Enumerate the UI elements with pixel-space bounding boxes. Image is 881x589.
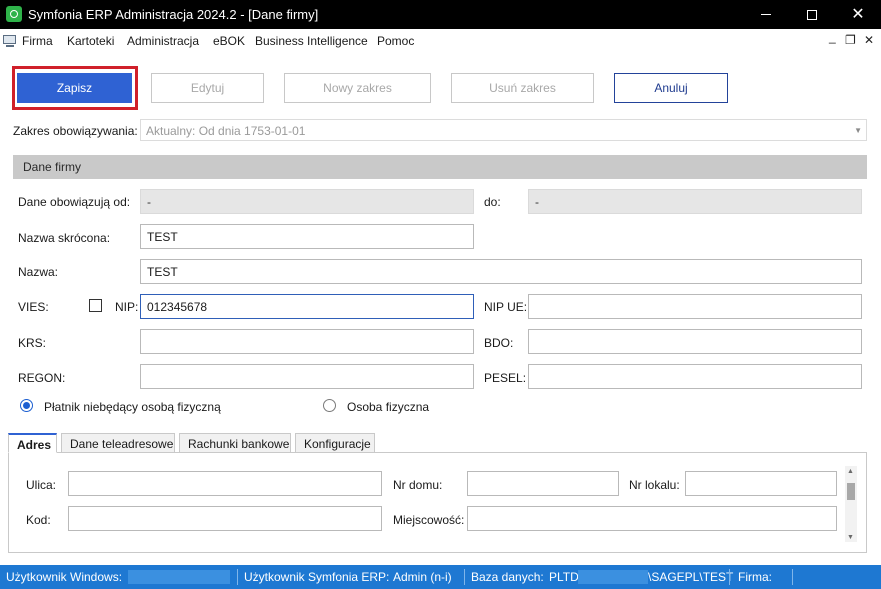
status-separator	[729, 569, 730, 585]
tab-dane-teleadresowe[interactable]: Dane teleadresowe	[61, 433, 175, 453]
tab-rachunki-bankowe[interactable]: Rachunki bankowe	[179, 433, 291, 453]
minimize-button[interactable]	[743, 0, 789, 29]
flat-number-label: Nr lokalu:	[629, 478, 680, 492]
vies-checkbox[interactable]	[89, 299, 102, 312]
tab-panel	[8, 452, 867, 553]
app-icon	[6, 6, 22, 22]
erp-user-label: Użytkownik Symfonia ERP:	[244, 570, 390, 584]
cancel-button[interactable]: Anuluj	[614, 73, 728, 103]
short-name-label: Nazwa skrócona:	[18, 231, 111, 245]
range-select[interactable]: Aktualny: Od dnia 1753-01-01 ▼	[140, 119, 867, 141]
mdi-minimize-button[interactable]: _	[829, 30, 836, 44]
city-field[interactable]	[467, 506, 837, 531]
name-field[interactable]: TEST	[140, 259, 862, 284]
tab-adres[interactable]: Adres	[8, 433, 57, 453]
house-number-label: Nr domu:	[393, 478, 443, 492]
status-separator	[464, 569, 465, 585]
window-title: Symfonia ERP Administracja 2024.2 - [Dan…	[28, 7, 319, 22]
regon-label: REGON:	[18, 371, 66, 385]
nip-ue-label: NIP UE:	[484, 300, 528, 314]
pesel-label: PESEL:	[484, 371, 527, 385]
scroll-down-icon[interactable]: ▼	[847, 534, 854, 541]
database-prefix: PLTD	[549, 570, 579, 584]
window-menu-icon[interactable]	[2, 34, 18, 48]
tab-scrollbar[interactable]: ▲ ▼	[845, 466, 857, 542]
krs-field[interactable]	[140, 329, 474, 354]
valid-to-label: do:	[484, 195, 501, 209]
database-redacted	[578, 570, 648, 584]
close-button[interactable]: ✕	[835, 0, 881, 29]
title-bar: Symfonia ERP Administracja 2024.2 - [Dan…	[0, 0, 881, 29]
windows-user-label: Użytkownik Windows:	[6, 570, 123, 584]
status-bar: Użytkownik Windows: Użytkownik Symfonia …	[0, 565, 881, 589]
radio-legal-entity-label: Płatnik niebędący osobą fizyczną	[44, 400, 221, 414]
company-label: Firma:	[738, 570, 772, 584]
maximize-icon	[807, 9, 817, 20]
krs-label: KRS:	[18, 336, 47, 350]
radio-natural-person-label: Osoba fizyczna	[347, 400, 430, 414]
dropdown-arrow-icon[interactable]: ▼	[854, 126, 862, 135]
save-button[interactable]: Zapisz	[17, 73, 132, 103]
vies-label: VIES:	[18, 300, 49, 314]
bdo-label: BDO:	[484, 336, 514, 350]
close-icon: ✕	[851, 5, 865, 23]
tab-konfiguracje[interactable]: Konfiguracje	[295, 433, 375, 453]
name-label: Nazwa:	[18, 265, 59, 279]
menu-kartoteki[interactable]: Kartoteki	[67, 34, 114, 48]
menu-bar: Firma Kartoteki Administracja eBOK Busin…	[0, 29, 881, 53]
street-field[interactable]	[68, 471, 382, 496]
short-name-field[interactable]: TEST	[140, 224, 474, 249]
mdi-restore-button[interactable]: ❐	[845, 33, 856, 47]
minimize-icon	[761, 14, 771, 15]
menu-administracja[interactable]: Administracja	[127, 34, 199, 48]
database-label: Baza danych:	[471, 570, 544, 584]
nip-label: NIP:	[115, 300, 139, 314]
menu-firma[interactable]: Firma	[22, 34, 53, 48]
status-separator	[792, 569, 793, 585]
postcode-label: Kod:	[26, 513, 51, 527]
nip-ue-field[interactable]	[528, 294, 862, 319]
flat-number-field[interactable]	[685, 471, 837, 496]
delete-range-button[interactable]: Usuń zakres	[451, 73, 594, 103]
valid-from-label: Dane obowiązują od:	[18, 195, 131, 209]
radio-natural-person[interactable]	[323, 399, 336, 412]
new-range-button[interactable]: Nowy zakres	[284, 73, 431, 103]
range-select-value: Aktualny: Od dnia 1753-01-01	[146, 124, 306, 138]
regon-field[interactable]	[140, 364, 474, 389]
status-separator	[237, 569, 238, 585]
menu-ebok[interactable]: eBOK	[213, 34, 245, 48]
street-label: Ulica:	[26, 478, 57, 492]
menu-pomoc[interactable]: Pomoc	[377, 34, 414, 48]
city-label: Miejscowość:	[393, 513, 465, 527]
valid-from-field: -	[140, 189, 474, 214]
scroll-up-icon[interactable]: ▲	[847, 468, 854, 475]
menu-business-intelligence[interactable]: Business Intelligence	[255, 34, 368, 48]
nip-field[interactable]: 012345678	[140, 294, 474, 319]
mdi-close-button[interactable]: ✕	[864, 33, 874, 47]
windows-user-redacted	[128, 570, 230, 584]
house-number-field[interactable]	[467, 471, 619, 496]
postcode-field[interactable]	[68, 506, 382, 531]
pesel-field[interactable]	[528, 364, 862, 389]
scroll-thumb[interactable]	[847, 483, 855, 500]
radio-legal-entity[interactable]	[20, 399, 33, 412]
edit-button[interactable]: Edytuj	[151, 73, 264, 103]
section-header: Dane firmy	[13, 155, 867, 179]
range-label: Zakres obowiązywania:	[13, 124, 138, 138]
database-suffix: \SAGEPL\TEST	[648, 570, 734, 584]
erp-user-value: Admin (n-i)	[393, 570, 452, 584]
valid-to-field: -	[528, 189, 862, 214]
bdo-field[interactable]	[528, 329, 862, 354]
maximize-button[interactable]	[789, 0, 835, 29]
